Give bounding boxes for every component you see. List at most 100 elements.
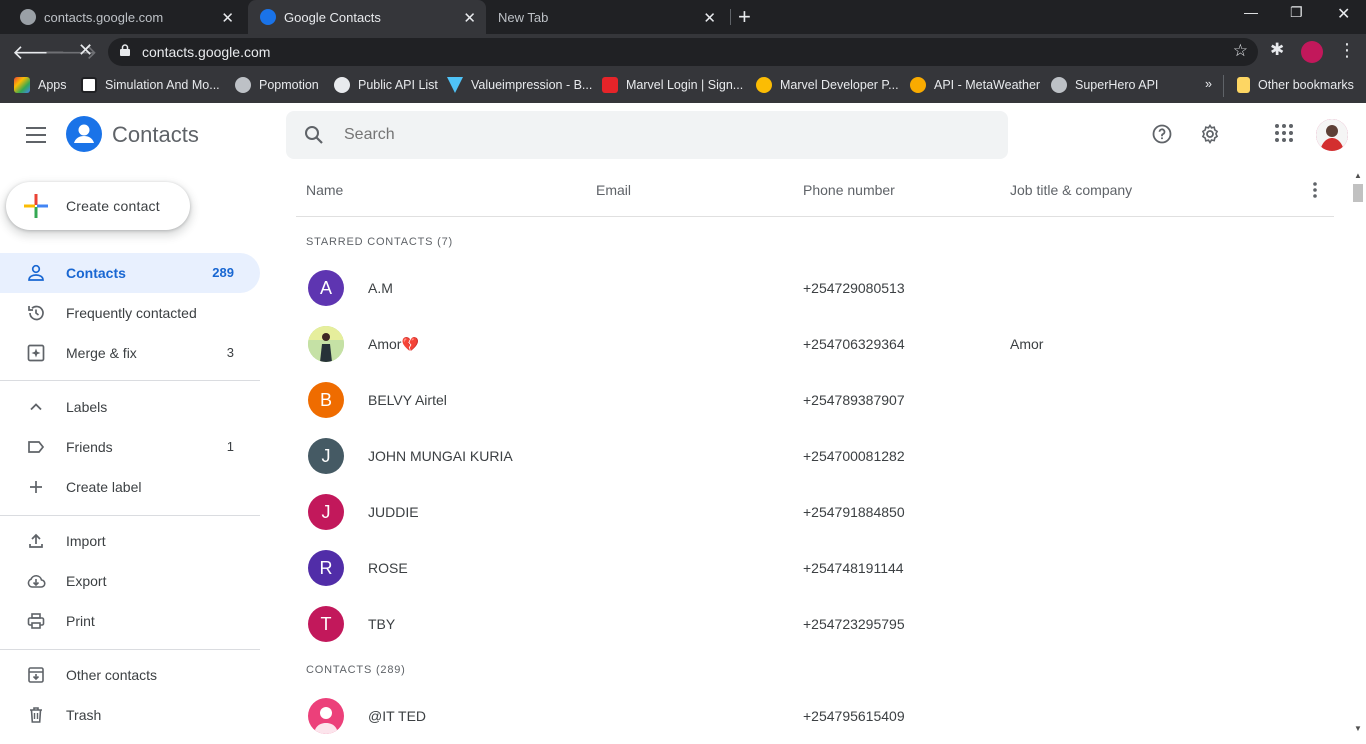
- sidebar-divider: [0, 515, 260, 516]
- trash-icon: [30, 707, 42, 723]
- stop-loading-icon[interactable]: ✕: [78, 40, 93, 61]
- contact-row[interactable]: T TBY +254723295795: [296, 596, 1334, 652]
- column-header-job[interactable]: Job title & company: [1010, 182, 1132, 198]
- contact-name: @IT TED: [368, 708, 427, 724]
- address-bar: 🡐 🡒 ✕ contacts.google.com ☆ ✱ ⋮: [0, 34, 1366, 70]
- contact-photo-avatar: [308, 326, 344, 362]
- contact-name: JUDDIE: [368, 504, 419, 520]
- sidebar-item-frequently-contacted[interactable]: Frequently contacted: [0, 293, 260, 333]
- contact-row[interactable]: R ROSE +254748191144: [296, 540, 1334, 596]
- contact-phone: +254729080513: [803, 280, 905, 296]
- bookmark-separator: [1223, 75, 1224, 97]
- sidebar-item-contacts[interactable]: Contacts 289: [0, 253, 260, 293]
- create-contact-label: Create contact: [66, 198, 160, 214]
- sidebar-item-print[interactable]: Print: [0, 601, 260, 641]
- chrome-menu-icon[interactable]: ⋮: [1338, 40, 1356, 61]
- browser-tab[interactable]: New Tab ✕: [488, 0, 726, 34]
- minimize-icon[interactable]: —: [1244, 4, 1258, 20]
- apps-grid-icon: [14, 77, 30, 93]
- contact-name: JOHN MUNGAI KURIA: [368, 448, 513, 464]
- archive-icon: [28, 667, 44, 683]
- account-avatar[interactable]: [1316, 119, 1348, 151]
- bookmark-star-icon[interactable]: ☆: [1233, 41, 1248, 61]
- ironman-icon: [756, 77, 772, 93]
- contact-name: Amor💔: [368, 336, 419, 352]
- column-header-email[interactable]: Email: [596, 182, 631, 198]
- labels-heading: Labels: [66, 399, 108, 415]
- profile-avatar[interactable]: [1301, 41, 1323, 63]
- contact-default-avatar: [308, 698, 344, 734]
- bookmark-item[interactable]: Valueimpression - B...: [447, 77, 592, 93]
- search-input[interactable]: [344, 123, 944, 147]
- bookmarks-overflow-button[interactable]: »: [1205, 77, 1212, 91]
- contact-row[interactable]: @IT TED +254795615409: [296, 688, 1334, 744]
- contact-avatar: J: [308, 438, 344, 474]
- contact-row[interactable]: J JOHN MUNGAI KURIA +254700081282: [296, 428, 1334, 484]
- bookmark-item[interactable]: Marvel Developer P...: [756, 77, 899, 93]
- upload-icon: [29, 533, 43, 548]
- bookmark-item[interactable]: API - MetaWeather: [910, 77, 1040, 93]
- omnibox[interactable]: contacts.google.com ☆: [108, 38, 1258, 66]
- search-icon[interactable]: [304, 125, 324, 145]
- contact-name: TBY: [368, 616, 396, 632]
- page-scrollbar[interactable]: ▲ ▼: [1350, 167, 1366, 738]
- column-header-name[interactable]: Name: [306, 182, 343, 198]
- bookmark-apps[interactable]: Apps: [14, 77, 67, 93]
- contact-row[interactable]: B BELVY Airtel +254789387907: [296, 372, 1334, 428]
- bookmark-item[interactable]: SuperHero API: [1051, 77, 1158, 93]
- close-tab-icon[interactable]: ✕: [703, 9, 716, 27]
- tab-title: New Tab: [498, 9, 549, 25]
- history-icon: [28, 305, 44, 321]
- bookmark-item[interactable]: Marvel Login | Sign...: [602, 77, 743, 93]
- folder-icon: [1237, 77, 1250, 93]
- scrollbar-thumb[interactable]: [1353, 184, 1363, 202]
- contact-phone: +254723295795: [803, 616, 905, 632]
- sidebar-item-merge-fix[interactable]: Merge & fix 3: [0, 333, 260, 373]
- plus-icon: [30, 481, 42, 493]
- main-menu-icon[interactable]: [26, 127, 46, 143]
- globe-icon: [20, 9, 36, 25]
- sidebar-item-trash[interactable]: Trash: [0, 695, 260, 735]
- new-tab-icon[interactable]: +: [738, 4, 751, 30]
- restore-icon[interactable]: ❐: [1290, 4, 1303, 21]
- browser-tab-strip: contacts.google.com ✕ Google Contacts ✕ …: [0, 0, 1366, 34]
- contact-job: Amor: [1010, 336, 1044, 352]
- browser-tab-active[interactable]: Google Contacts ✕: [248, 0, 486, 34]
- create-label-item[interactable]: Create label: [0, 467, 260, 507]
- github-icon: [334, 77, 350, 93]
- sidebar-item-export[interactable]: Export: [0, 561, 260, 601]
- contact-avatar: J: [308, 494, 344, 530]
- column-header-phone[interactable]: Phone number: [803, 182, 895, 198]
- bookmark-item[interactable]: Public API List: [334, 77, 438, 93]
- sidebar: Create contact Contacts 289 Frequently c…: [0, 167, 270, 738]
- header-divider: [296, 216, 1334, 217]
- contact-avatar: A: [308, 270, 344, 306]
- close-tab-icon[interactable]: ✕: [463, 9, 476, 27]
- contacts-favicon-icon: [260, 9, 276, 25]
- sidebar-item-friends[interactable]: Friends 1: [0, 427, 260, 467]
- weather-icon: [910, 77, 926, 93]
- close-tab-icon[interactable]: ✕: [221, 9, 234, 27]
- create-contact-button[interactable]: Create contact: [6, 182, 190, 230]
- labels-toggle[interactable]: Labels: [0, 387, 260, 427]
- google-apps-icon[interactable]: [1274, 123, 1294, 143]
- scroll-down-icon[interactable]: ▼: [1354, 724, 1362, 733]
- other-bookmarks[interactable]: Other bookmarks: [1237, 77, 1354, 93]
- search-bar[interactable]: [286, 111, 1008, 159]
- bookmark-item[interactable]: Popmotion: [235, 77, 319, 93]
- close-window-icon[interactable]: ✕: [1337, 4, 1350, 24]
- help-icon[interactable]: [1151, 123, 1173, 145]
- contact-phone: +254789387907: [803, 392, 905, 408]
- contact-row[interactable]: Amor💔 +254706329364 Amor: [296, 316, 1334, 372]
- sidebar-item-other-contacts[interactable]: Other contacts: [0, 655, 260, 695]
- browser-tab[interactable]: contacts.google.com ✕: [0, 0, 244, 34]
- settings-gear-icon[interactable]: [1199, 123, 1221, 145]
- contact-row[interactable]: J JUDDIE +254791884850: [296, 484, 1334, 540]
- scroll-up-icon[interactable]: ▲: [1354, 171, 1362, 180]
- more-options-icon[interactable]: [1308, 181, 1322, 199]
- bookmark-item[interactable]: Simulation And Mo...: [81, 77, 220, 93]
- extensions-icon[interactable]: ✱: [1270, 40, 1284, 60]
- contact-row[interactable]: A A.M +254729080513: [296, 260, 1334, 316]
- contact-phone: +254700081282: [803, 448, 905, 464]
- sidebar-item-import[interactable]: Import: [0, 521, 260, 561]
